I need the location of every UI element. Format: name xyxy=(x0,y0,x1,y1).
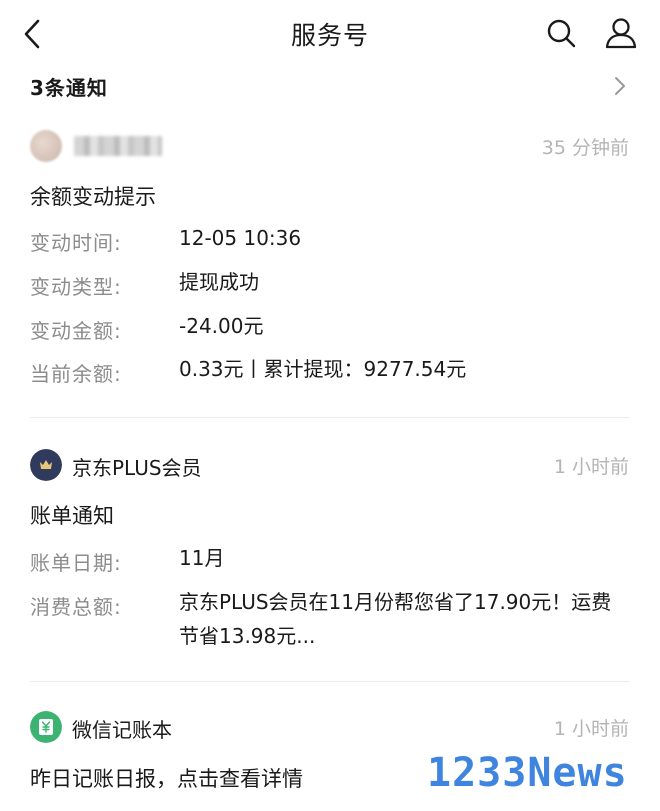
field-value: 0.33元丨累计提现：9277.54元 xyxy=(179,357,467,381)
field-label: 变动金额: xyxy=(30,319,122,343)
jd-plus-avatar-icon xyxy=(30,449,62,481)
field-label: 变动时间: xyxy=(30,231,122,255)
search-icon[interactable] xyxy=(546,18,576,48)
message-time: 35 分钟前 xyxy=(541,137,629,159)
sender-name-blurred xyxy=(74,136,162,156)
sender-name: 微信记账本 xyxy=(72,718,172,742)
message-time: 1 小时前 xyxy=(553,456,629,478)
profile-icon[interactable] xyxy=(604,16,638,50)
watermark: 1233News xyxy=(427,750,628,796)
field-value: 提现成功 xyxy=(179,270,259,294)
sender-avatar xyxy=(30,130,62,162)
message-card-balance[interactable]: 35 分钟前 余额变动提示 变动时间: 12-05 10:36 变动类型: 提现… xyxy=(0,108,660,420)
message-title: 余额变动提示 xyxy=(30,185,156,209)
field-label: 消费总额: xyxy=(30,595,122,619)
field-value: -24.00元 xyxy=(179,314,264,338)
field-value: 11月 xyxy=(179,546,225,570)
message-title: 昨日记账日报，点击查看详情 xyxy=(30,767,303,791)
field-value: 12-05 10:36 xyxy=(179,226,302,250)
notification-count-label: 3条通知 xyxy=(30,76,108,100)
field-label: 账单日期: xyxy=(30,551,122,575)
field-value: 京东PLUS会员在11月份帮您省了17.90元！运费节省13.98元... xyxy=(179,590,612,648)
message-time: 1 小时前 xyxy=(553,718,629,740)
notification-count-row[interactable]: 3条通知 xyxy=(0,66,660,108)
sender-name: 京东PLUS会员 xyxy=(72,456,202,480)
message-card-jd-plus[interactable]: 京东PLUS会员 1 小时前 账单通知 账单日期: 11月 消费总额: 京东PL… xyxy=(0,418,660,682)
top-nav-bar: 服务号 xyxy=(0,0,660,66)
chevron-right-icon xyxy=(615,77,625,95)
field-label: 变动类型: xyxy=(30,275,122,299)
message-title: 账单通知 xyxy=(30,504,114,528)
field-label: 当前余额: xyxy=(30,362,122,386)
ledger-avatar-icon xyxy=(30,711,62,743)
